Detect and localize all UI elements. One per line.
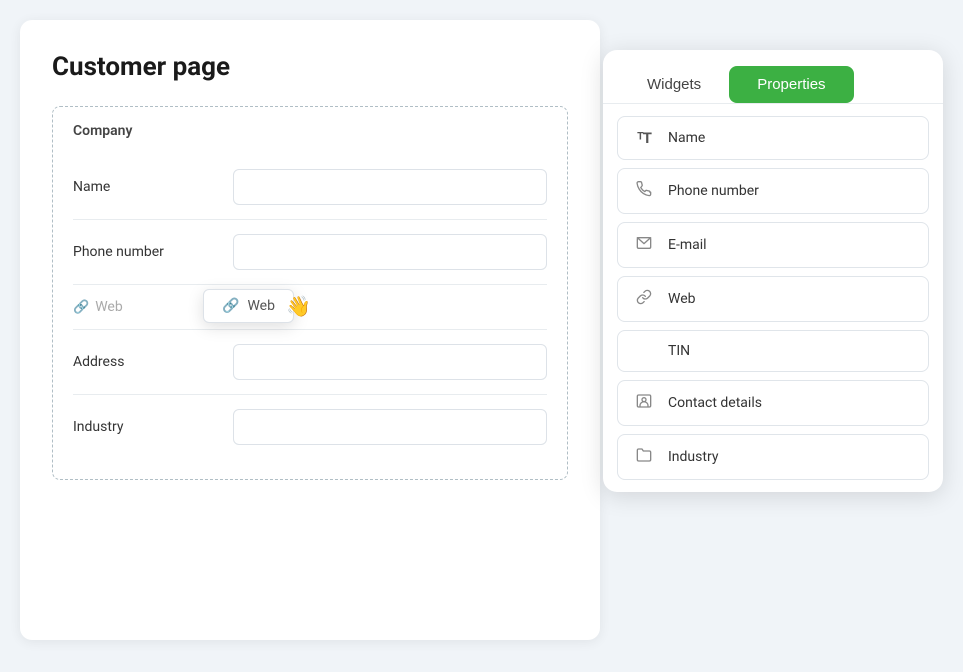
text-icon: ᵀT — [634, 129, 654, 147]
web-row: 🔗 Web 🔗 Web 👋️ — [73, 285, 547, 330]
tab-properties[interactable]: Properties — [729, 66, 853, 103]
industry-input[interactable] — [233, 409, 547, 445]
company-section: Company Name Phone number 🔗 Web 🔗 Web 👋️ — [52, 106, 568, 480]
link-icon-drag: 🔗 — [222, 298, 239, 314]
widget-web[interactable]: Web — [617, 276, 929, 322]
widget-email-label: E-mail — [668, 237, 707, 253]
widget-name[interactable]: ᵀT Name — [617, 116, 929, 160]
phone-row: Phone number — [73, 220, 547, 285]
industry-row: Industry — [73, 395, 547, 459]
main-panel: Customer page Company Name Phone number … — [20, 20, 600, 640]
widget-phone[interactable]: Phone number — [617, 168, 929, 214]
widget-contact-label: Contact details — [668, 395, 762, 411]
phone-label: Phone number — [73, 244, 233, 260]
company-label: Company — [73, 123, 547, 139]
widget-industry[interactable]: Industry — [617, 434, 929, 480]
link-icon-placeholder: 🔗 — [73, 300, 89, 315]
address-label: Address — [73, 354, 233, 370]
drag-cursor: 👋️ — [286, 294, 311, 318]
tabs-header: Widgets Properties — [603, 50, 943, 104]
name-input[interactable] — [233, 169, 547, 205]
page-title: Customer page — [52, 52, 568, 82]
tab-widgets[interactable]: Widgets — [619, 66, 729, 103]
phone-input[interactable] — [233, 234, 547, 270]
widget-industry-label: Industry — [668, 449, 718, 465]
link-icon — [634, 289, 654, 309]
industry-label: Industry — [73, 419, 233, 435]
name-label: Name — [73, 179, 233, 195]
web-drag-preview[interactable]: 🔗 Web 👋️ — [203, 289, 294, 323]
widget-list: ᵀT Name Phone number E-mail — [603, 104, 943, 492]
email-icon — [634, 235, 654, 255]
address-row: Address — [73, 330, 547, 395]
web-placeholder-text: Web — [95, 299, 123, 315]
phone-icon — [634, 181, 654, 201]
folder-icon — [634, 447, 654, 467]
widget-contact[interactable]: Contact details — [617, 380, 929, 426]
right-panel: Widgets Properties ᵀT Name Phone number — [603, 50, 943, 492]
widget-email[interactable]: E-mail — [617, 222, 929, 268]
widget-tin-label: TIN — [668, 343, 690, 359]
web-drag-label: Web — [247, 298, 275, 314]
name-row: Name — [73, 155, 547, 220]
widget-web-label: Web — [668, 291, 696, 307]
widget-name-label: Name — [668, 130, 705, 146]
contact-icon — [634, 393, 654, 413]
widget-phone-label: Phone number — [668, 183, 759, 199]
address-input[interactable] — [233, 344, 547, 380]
widget-tin[interactable]: TIN — [617, 330, 929, 372]
